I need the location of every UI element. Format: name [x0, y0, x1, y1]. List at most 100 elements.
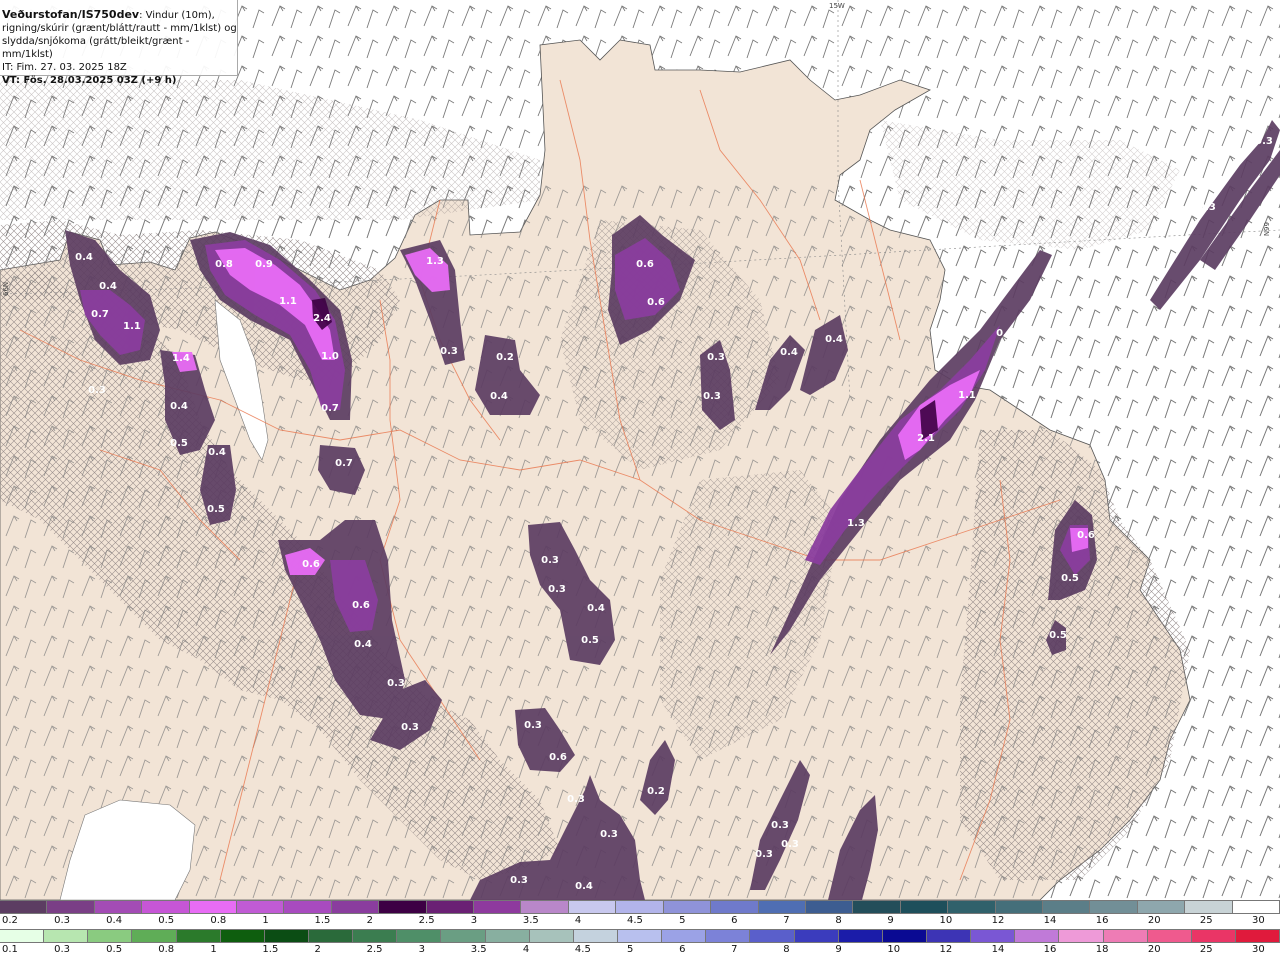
legend-tick-label: 12: [939, 944, 953, 955]
legend-swatch: [750, 930, 795, 942]
legend-tick-label: 3: [470, 915, 478, 926]
legend-tick-label: 25: [1199, 944, 1213, 955]
legend-swatch: [284, 901, 332, 913]
legend-swatch: [441, 930, 486, 942]
legend-tick-label: 1.5: [314, 915, 331, 926]
legend-tick-label: 2: [314, 944, 321, 955]
legend-swatch: [882, 930, 927, 942]
precip-value-label: 0.3: [567, 794, 585, 805]
legend-swatch: [758, 901, 806, 913]
precip-value-label: 0.4: [75, 252, 93, 263]
legend-swatch: [1015, 930, 1060, 942]
legend-tick-label: 0.5: [158, 915, 175, 926]
legend-swatch: [1090, 901, 1138, 913]
legend-snow-colorbar: [0, 900, 1280, 914]
map-canvas: 0.4 0.4 0.7 1.1 0.8 0.9 1.1 2.4 1.0 0.7 1.4 0.3 0.4 0…: [0, 0, 1280, 900]
precip-value-label: 1.4: [172, 353, 190, 364]
legend-swatch: [617, 930, 663, 942]
precip-value-label: 0.3: [1198, 202, 1216, 213]
legend-swatch: [220, 930, 265, 942]
precip-value-label: 0.6: [352, 600, 370, 611]
legend-tick-label: 9: [887, 915, 894, 926]
precip-value-label: 0.3: [600, 829, 618, 840]
legend-tick-label: 0.3: [54, 944, 70, 955]
legend-tick-label: 4.5: [574, 944, 591, 955]
legend-swatch: [1042, 901, 1091, 913]
legend-swatch: [1235, 930, 1280, 942]
legend-tick-label: 16: [1043, 944, 1057, 955]
legend-swatch: [1147, 930, 1192, 942]
legend-tick-label: 5: [679, 915, 686, 926]
latitude-label-right: 66N: [1262, 222, 1270, 237]
precip-value-label: 0.3: [771, 820, 789, 831]
precip-value-label: 0.4: [170, 401, 188, 412]
legend-swatch: [132, 930, 177, 942]
precip-value-label: 0.4: [780, 347, 798, 358]
legend-tick-label: 2.5: [366, 944, 383, 955]
legend-tick-label: 10: [939, 915, 953, 926]
legend-swatch: [474, 901, 522, 913]
legend-swatch: [1137, 901, 1186, 913]
legend-swatch: [805, 901, 854, 913]
precip-value-label: 0.6: [647, 297, 665, 308]
precip-value-label: 0.5: [1061, 573, 1079, 584]
legend-swatch: [426, 901, 475, 913]
legend-swatch: [379, 901, 427, 913]
precip-value-label: 0.3: [548, 584, 566, 595]
legend-swatch: [662, 930, 707, 942]
legend-tick-label: 3: [418, 944, 426, 955]
forecast-map[interactable]: 0.4 0.4 0.7 1.1 0.8 0.9 1.1 2.4 1.0 0.7 1.4 0.3 0.4 0…: [0, 0, 1280, 900]
legend-tick-label: 16: [1095, 915, 1109, 926]
precip-value-label: 0.5: [170, 438, 188, 449]
legend-swatch: [237, 901, 285, 913]
precip-value-label: 0.7: [335, 458, 353, 469]
precip-value-label: 1.3: [426, 256, 444, 267]
precip-value-label: 0.5: [1049, 630, 1067, 641]
precip-value-label: 0.4: [587, 603, 605, 614]
precip-value-label: 0.5: [581, 635, 599, 646]
legend-rain-labels: 0.1 0.3 0.5 0.8 1 1.5 2 2.5 3 3.5 4 4.5 5 6 7 8 9 10 12 14 1…: [0, 943, 1280, 957]
precip-value-label: 0.2: [647, 786, 665, 797]
legend-swatch: [331, 901, 380, 913]
legend-swatch: [485, 930, 530, 942]
legend-tick-label: 20: [1147, 944, 1161, 955]
legend-tick-label: 10: [887, 944, 901, 955]
precip-value-label: 0.9: [255, 259, 273, 270]
legend-tick-label: 3.5: [522, 915, 539, 926]
precip-value-label: 0.3: [755, 849, 773, 860]
latitude-label-left: 66N: [2, 281, 10, 296]
legend-swatch: [711, 901, 759, 913]
issue-time: IT: Fim. 27. 03. 2025 18Z: [2, 62, 127, 73]
legend-tick-label: 4: [574, 915, 582, 926]
legend-swatch: [0, 930, 45, 942]
legend-swatch: [568, 901, 617, 913]
legend-swatch: [44, 930, 89, 942]
precip-value-label: 1.0: [321, 351, 339, 362]
legend-tick-label: 5: [627, 944, 634, 955]
title-line-2: rigning/skúrir (grænt/blátt/rautt - mm/1…: [2, 23, 237, 34]
legend-swatch: [521, 901, 569, 913]
precip-value-label: 0.3: [401, 722, 419, 733]
longitude-label: 15W: [829, 2, 845, 10]
legend-swatch: [94, 901, 143, 913]
legend-swatch: [663, 901, 712, 913]
legend-tick-label: 0.8: [158, 944, 175, 955]
legend-swatch: [926, 930, 972, 942]
precip-value-label: 0.8: [215, 259, 233, 270]
legend-swatch: [189, 901, 238, 913]
precip-value-label: 0.4: [99, 281, 117, 292]
legend-swatch: [838, 930, 883, 942]
legend-swatch: [948, 901, 996, 913]
precip-value-label: 0.3: [707, 352, 725, 363]
map-title-box: Veðurstofan/IS750dev: Vindur (10m), rign…: [0, 0, 238, 86]
precip-value-label: 1.1: [279, 296, 297, 307]
legend-swatch: [573, 930, 618, 942]
legend-swatch: [176, 930, 221, 942]
precip-value-label: 0.4: [354, 639, 372, 650]
legend-swatch: [353, 930, 398, 942]
legend-swatch: [1191, 930, 1236, 942]
legend-tick-label: 30: [1252, 944, 1265, 955]
legend-swatch: [264, 930, 309, 942]
legend-tick-label: 2: [366, 915, 373, 926]
precip-value-label: 0.4: [490, 391, 508, 402]
